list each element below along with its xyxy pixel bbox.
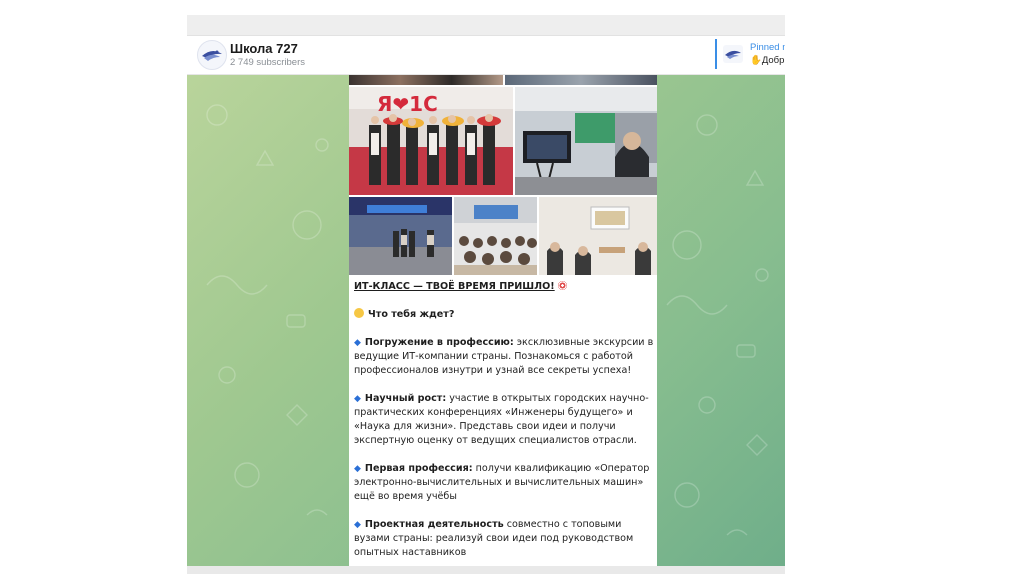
post-photo[interactable] — [349, 75, 503, 85]
post-photo[interactable] — [539, 197, 657, 275]
blue-diamond-icon: ◆ — [354, 520, 361, 530]
telegram-window: Школа 727 2 749 subscribers Pinned m ✋До… — [187, 15, 785, 566]
post-question: Что тебя ждет? — [368, 309, 455, 320]
waving-hand-icon: ✋ — [750, 55, 762, 66]
channel-avatar[interactable] — [197, 40, 227, 70]
channel-post[interactable]: Я❤1С ИТ-КЛАСС — ТВОЁ ВРЕМЯ ПРИШЛО! Что т… — [349, 75, 657, 566]
post-item: ◆ Проектная деятельность совместно с топо… — [354, 519, 634, 558]
school-logo-icon — [725, 50, 741, 59]
post-photo[interactable] — [515, 87, 657, 195]
pinned-label: Pinned m — [750, 42, 785, 53]
blue-diamond-icon: ◆ — [354, 394, 361, 404]
blue-diamond-icon: ◆ — [354, 338, 361, 348]
thinking-face-icon — [354, 308, 364, 318]
post-item: ◆ Погружение в профессию: эксклюзивные эк… — [354, 337, 654, 376]
subscriber-count: 2 749 subscribers — [230, 57, 305, 68]
chat-background: Я❤1С ИТ-КЛАСС — ТВОЁ ВРЕМЯ ПРИШЛО! Что т… — [187, 75, 785, 566]
post-item: ◆ Научный рост: участие в открытых городс… — [354, 393, 649, 446]
school-logo-icon — [202, 50, 222, 61]
channel-header[interactable]: Школа 727 2 749 subscribers Pinned m ✋До… — [187, 36, 785, 75]
browser-toolbar — [187, 15, 785, 36]
blue-diamond-icon: ◆ — [354, 464, 361, 474]
post-photo[interactable]: Я❤1С — [349, 87, 513, 195]
post-photo[interactable] — [505, 75, 657, 85]
post-text: ИТ-КЛАСС — ТВОЁ ВРЕМЯ ПРИШЛО! Что тебя ж… — [354, 280, 654, 566]
pinned-thumbnail — [723, 45, 743, 63]
target-icon — [557, 281, 567, 290]
channel-title[interactable]: Школа 727 — [230, 41, 298, 56]
post-item: ◆ Первая профессия: получи квалификацию «… — [354, 463, 650, 502]
post-photo[interactable] — [349, 197, 452, 275]
taskbar-strip — [187, 566, 785, 574]
pinned-message[interactable]: Pinned m ✋Добрь — [715, 39, 785, 69]
pinned-preview: ✋Добрь — [750, 55, 785, 66]
post-title[interactable]: ИТ-КЛАСС — ТВОЁ ВРЕМЯ ПРИШЛО! — [354, 281, 555, 292]
post-photo[interactable] — [454, 197, 537, 275]
photo-sign: Я❤1С — [377, 92, 438, 116]
